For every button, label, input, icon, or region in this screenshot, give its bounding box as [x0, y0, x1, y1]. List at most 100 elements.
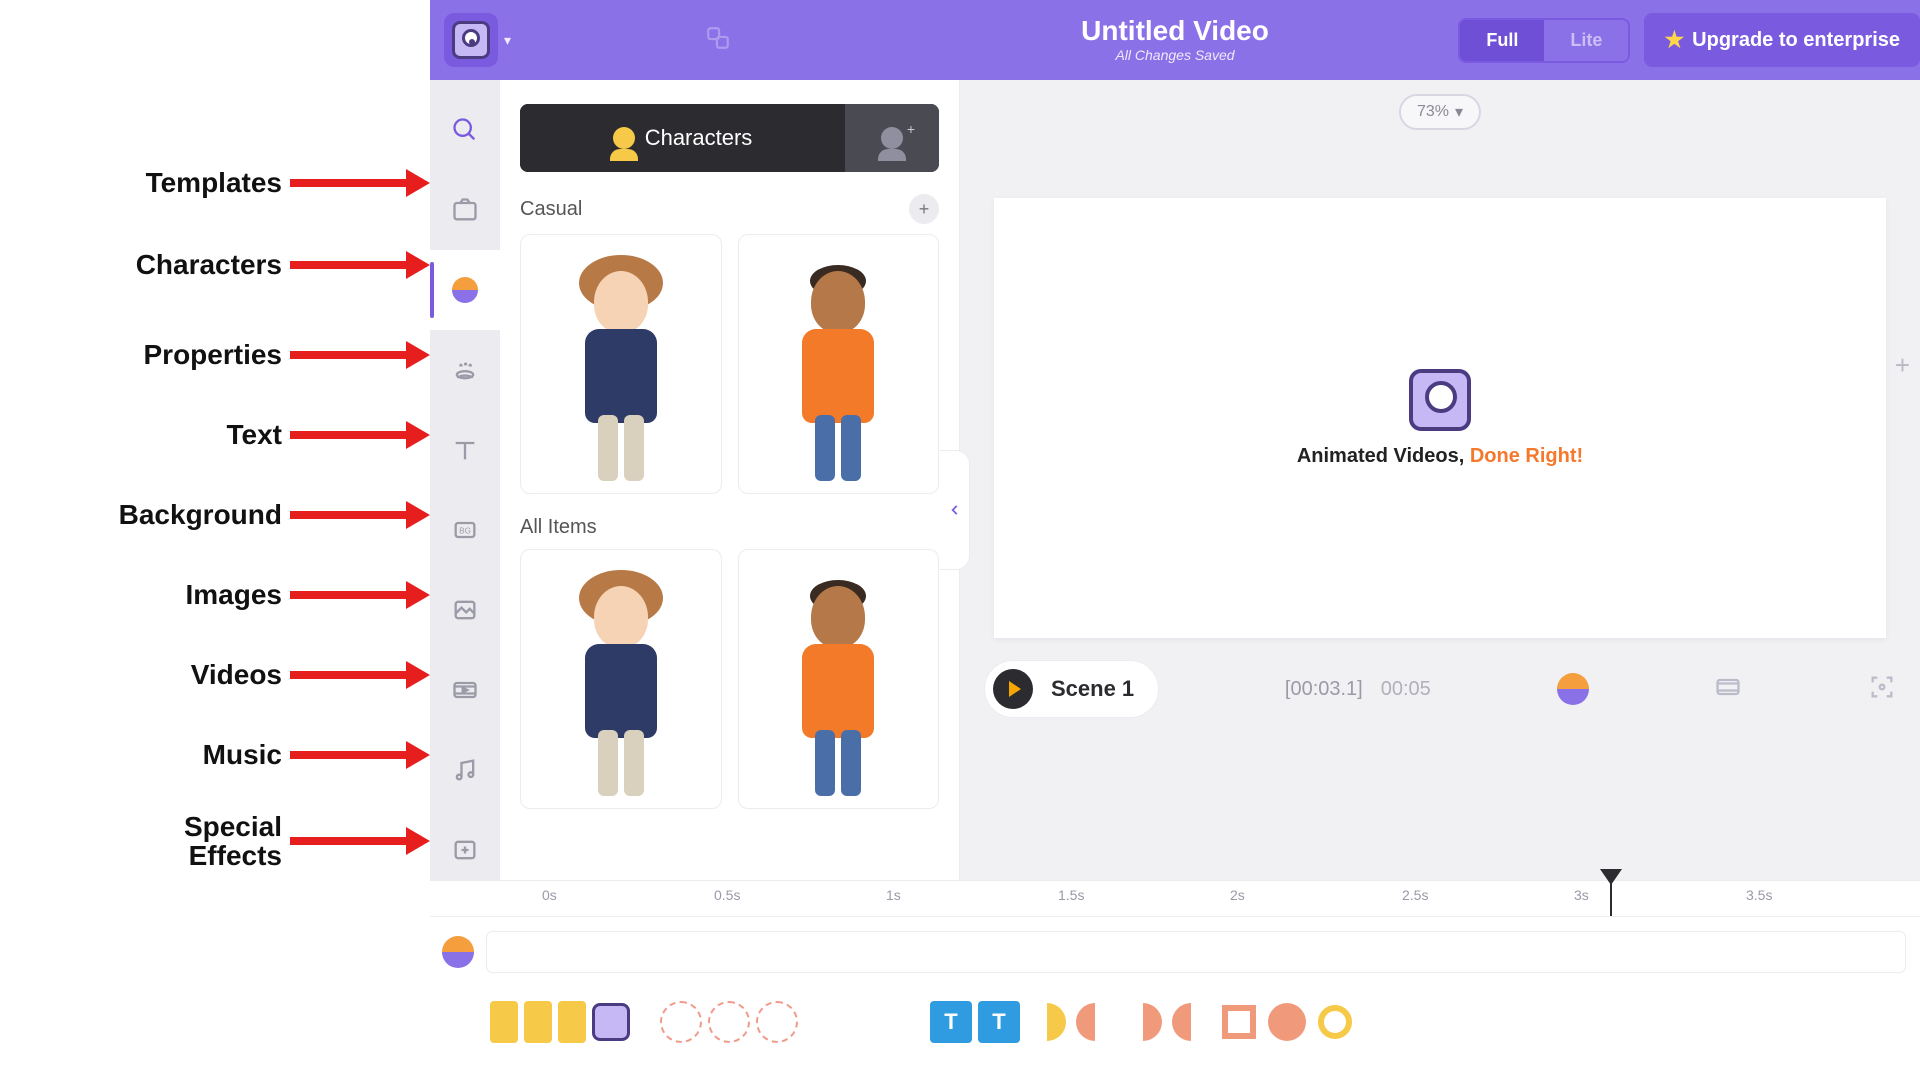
clip-shape[interactable]: [1074, 1001, 1116, 1043]
clip-shape[interactable]: [1314, 1001, 1356, 1043]
star-icon: ★: [1664, 27, 1684, 53]
tool-search[interactable]: [430, 90, 500, 170]
clip-shape[interactable]: [1266, 1001, 1308, 1043]
save-status: All Changes Saved: [1081, 47, 1269, 63]
clip-shape[interactable]: [1122, 1001, 1164, 1043]
scene-track: [430, 917, 1920, 987]
clip-shape[interactable]: [1170, 1001, 1212, 1043]
anno-images: Images: [186, 580, 283, 609]
tick: 1.5s: [1058, 887, 1084, 903]
asset-track: T T: [430, 987, 1920, 1057]
tab-characters-label: Characters: [645, 125, 753, 151]
tool-characters[interactable]: [430, 250, 500, 330]
section-all-label: All Items: [520, 516, 597, 539]
collapse-panel-button[interactable]: [940, 450, 970, 570]
focus-icon[interactable]: [1868, 673, 1896, 706]
character-card[interactable]: [520, 549, 722, 809]
character-card[interactable]: [738, 549, 940, 809]
clip-shape[interactable]: [1026, 1001, 1068, 1043]
tick: 0.5s: [714, 887, 740, 903]
playbar-time: [00:03.1] 00:05: [1285, 678, 1431, 701]
upgrade-button[interactable]: ★ Upgrade to enterprise: [1644, 13, 1920, 67]
tick: 1s: [886, 887, 901, 903]
scene-clip-lane[interactable]: [486, 931, 1906, 973]
header: ▾ Untitled Video All Changes Saved Full …: [430, 0, 1920, 80]
character-card[interactable]: [738, 234, 940, 494]
scene-label: Scene 1: [1051, 676, 1134, 702]
chevron-down-icon: ▾: [504, 32, 511, 49]
anno-music: Music: [203, 740, 282, 769]
clip[interactable]: [558, 1001, 586, 1043]
arrow-icon: [290, 590, 430, 600]
effects-icon: [451, 836, 479, 864]
svg-text:BG: BG: [459, 527, 471, 536]
anno-special-effects: Special Effects: [184, 812, 282, 871]
arrow-icon: [290, 178, 430, 188]
music-icon: [451, 756, 479, 784]
asset-clip-lane[interactable]: T T: [486, 1001, 1906, 1043]
arrow-icon: [290, 836, 430, 846]
tool-music[interactable]: [430, 730, 500, 810]
chevron-left-icon: [948, 503, 962, 517]
character-thumbnail: [566, 570, 676, 800]
clip[interactable]: [490, 1001, 518, 1043]
zoom-dropdown[interactable]: 73% ▾: [1399, 94, 1481, 130]
upgrade-label: Upgrade to enterprise: [1692, 29, 1900, 52]
add-scene-button[interactable]: +: [1895, 350, 1910, 381]
characters-icon: [452, 277, 478, 303]
tool-effects[interactable]: [430, 810, 500, 890]
panel-tabs: Characters +: [520, 104, 939, 172]
character-thumbnail: [566, 255, 676, 485]
play-button[interactable]: [993, 669, 1033, 709]
mode-lite-button[interactable]: Lite: [1544, 20, 1628, 61]
tool-images[interactable]: [430, 570, 500, 650]
anno-videos: Videos: [191, 660, 282, 689]
tab-add-character[interactable]: +: [845, 104, 939, 172]
camera-icon[interactable]: [1714, 673, 1742, 706]
title-block: Untitled Video All Changes Saved: [1081, 17, 1269, 63]
mode-full-button[interactable]: Full: [1460, 20, 1544, 61]
arrow-icon: [290, 350, 430, 360]
tool-background[interactable]: BG: [430, 490, 500, 570]
clip-text[interactable]: T: [930, 1001, 972, 1043]
character-card[interactable]: [520, 234, 722, 494]
clip-text[interactable]: T: [978, 1001, 1020, 1043]
section-casual-label: Casual: [520, 198, 582, 221]
workspace-menu[interactable]: ▾: [444, 13, 511, 67]
tool-templates[interactable]: [430, 170, 500, 250]
anno-text: Text: [227, 420, 283, 449]
text-icon: [451, 436, 479, 464]
anno-characters: Characters: [136, 250, 282, 279]
clip-shape[interactable]: [1218, 1001, 1260, 1043]
tick: 3s: [1574, 887, 1589, 903]
brand-icon: [1409, 369, 1471, 431]
tool-properties[interactable]: [430, 330, 500, 410]
add-casual-button[interactable]: +: [909, 194, 939, 224]
tick: 3.5s: [1746, 887, 1772, 903]
swap-icon[interactable]: [705, 25, 731, 56]
playbar: Scene 1 [00:03.1] 00:05: [984, 660, 1896, 718]
playbar-character-icon[interactable]: [1557, 673, 1589, 705]
tab-characters[interactable]: Characters: [520, 104, 845, 172]
clip-placeholder[interactable]: [660, 1001, 702, 1043]
total-time: 00:05: [1381, 678, 1431, 701]
annotation-overlay: Templates Characters Properties Text Bac…: [0, 0, 430, 1080]
tool-videos[interactable]: [430, 650, 500, 730]
anno-background: Background: [119, 500, 282, 529]
arrow-icon: [290, 430, 430, 440]
playhead[interactable]: [1610, 871, 1612, 916]
clip-placeholder[interactable]: [708, 1001, 750, 1043]
tick: 2s: [1230, 887, 1245, 903]
clip-logo[interactable]: [592, 1003, 630, 1041]
plus-icon: +: [907, 121, 915, 137]
arrow-icon: [290, 670, 430, 680]
character-thumbnail: [783, 570, 893, 800]
arrow-icon: [290, 750, 430, 760]
video-title[interactable]: Untitled Video: [1081, 17, 1269, 45]
tool-text[interactable]: [430, 410, 500, 490]
timeline-ruler[interactable]: 0s 0.5s 1s 1.5s 2s 2.5s 3s 3.5s: [430, 881, 1920, 917]
clip[interactable]: [524, 1001, 552, 1043]
clip-placeholder[interactable]: [756, 1001, 798, 1043]
stage[interactable]: Animated Videos, Done Right!: [994, 198, 1886, 638]
properties-icon: [451, 356, 479, 384]
